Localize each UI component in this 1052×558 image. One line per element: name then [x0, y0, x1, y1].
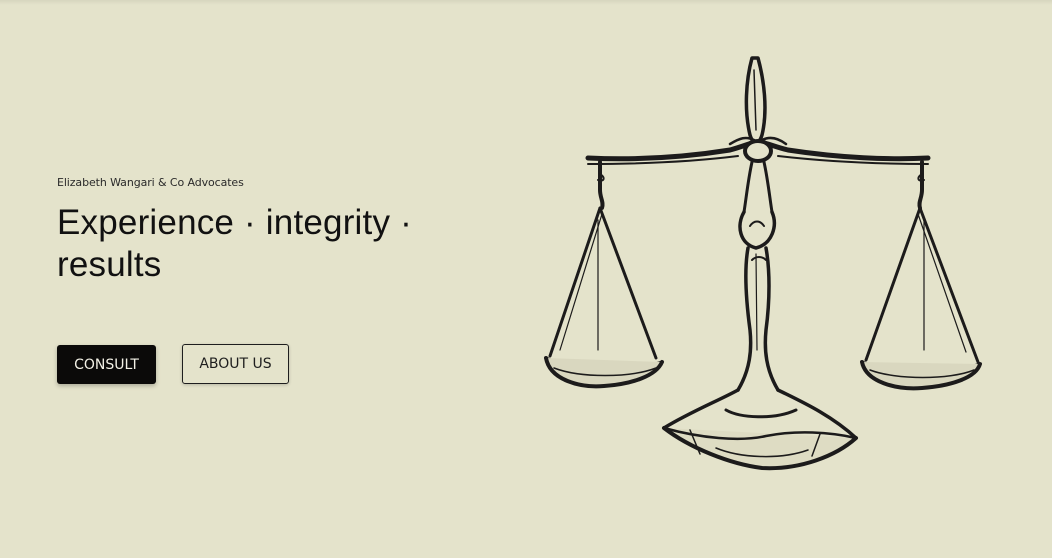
scales-of-justice-icon — [544, 56, 982, 471]
firm-name: Elizabeth Wangari & Co Advocates — [57, 176, 244, 189]
consult-button[interactable]: CONSULT — [57, 345, 156, 384]
about-us-button[interactable]: ABOUT US — [182, 344, 289, 384]
hero-section: Elizabeth Wangari & Co Advocates Experie… — [57, 176, 477, 286]
header-shadow — [0, 0, 1052, 5]
hero-tagline: Experience · integrity · results — [57, 203, 412, 284]
